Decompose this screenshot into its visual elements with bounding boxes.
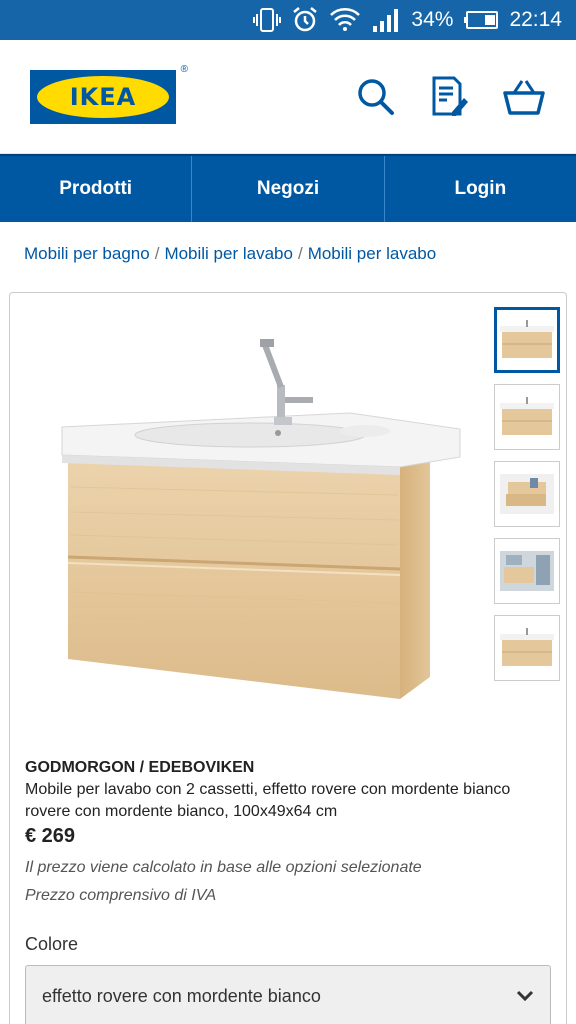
thumbnail-5[interactable]	[494, 615, 560, 681]
battery-icon	[464, 11, 499, 29]
chevron-down-icon	[516, 990, 534, 1002]
product-description: Mobile per lavabo con 2 cassetti, effett…	[25, 781, 511, 820]
signal-icon	[373, 9, 399, 32]
thumbnail-1[interactable]	[494, 307, 560, 373]
product-card: GODMORGON / EDEBOVIKEN Mobile per lavabo…	[9, 292, 567, 1024]
thumbnail-list	[494, 307, 566, 692]
ikea-logo[interactable]: IKEA ®	[30, 64, 188, 124]
vibrate-icon	[253, 8, 282, 32]
app-header: IKEA ®	[0, 40, 576, 154]
basket-icon[interactable]	[502, 75, 546, 119]
color-select-value: effetto rovere con mordente bianco	[42, 985, 321, 1006]
breadcrumb-link-1[interactable]: Mobili per bagno	[24, 244, 150, 263]
battery-percent: 34%	[411, 8, 454, 31]
status-bar: 34% 22:14	[0, 0, 576, 40]
thumbnail-3[interactable]	[494, 461, 560, 527]
wifi-icon	[330, 8, 361, 31]
search-icon[interactable]	[354, 75, 398, 119]
thumbnail-2[interactable]	[494, 384, 560, 450]
breadcrumb-link-2[interactable]: Mobili per lavabo	[164, 244, 293, 263]
color-label: Colore	[25, 934, 79, 954]
breadcrumb-separator: /	[297, 244, 303, 263]
nav-prodotti[interactable]: Prodotti	[0, 156, 193, 222]
shopping-list-icon[interactable]	[428, 75, 472, 119]
product-name: GODMORGON / EDEBOVIKEN	[25, 759, 255, 776]
clock: 22:14	[509, 8, 562, 31]
thumbnail-4[interactable]	[494, 538, 560, 604]
breadcrumb-separator: /	[154, 244, 160, 263]
vat-note: Prezzo comprensivo di IVA	[25, 887, 217, 904]
color-select[interactable]: effetto rovere con mordente bianco	[25, 965, 551, 1024]
nav-login[interactable]: Login	[385, 156, 576, 222]
breadcrumb: Mobili per bagno / Mobili per lavabo / Mobil…	[0, 222, 576, 292]
product-price: € 269	[25, 825, 76, 847]
product-info: GODMORGON / EDEBOVIKEN Mobile per lavabo…	[25, 759, 551, 1024]
nav-negozi[interactable]: Negozi	[192, 156, 385, 222]
price-note: Il prezzo viene calcolato in base alle o…	[25, 859, 422, 876]
alarm-icon	[293, 7, 318, 32]
product-main-image[interactable]	[50, 337, 470, 717]
main-nav: Prodotti Negozi Login	[0, 154, 576, 222]
breadcrumb-link-3[interactable]: Mobili per lavabo	[308, 244, 437, 263]
